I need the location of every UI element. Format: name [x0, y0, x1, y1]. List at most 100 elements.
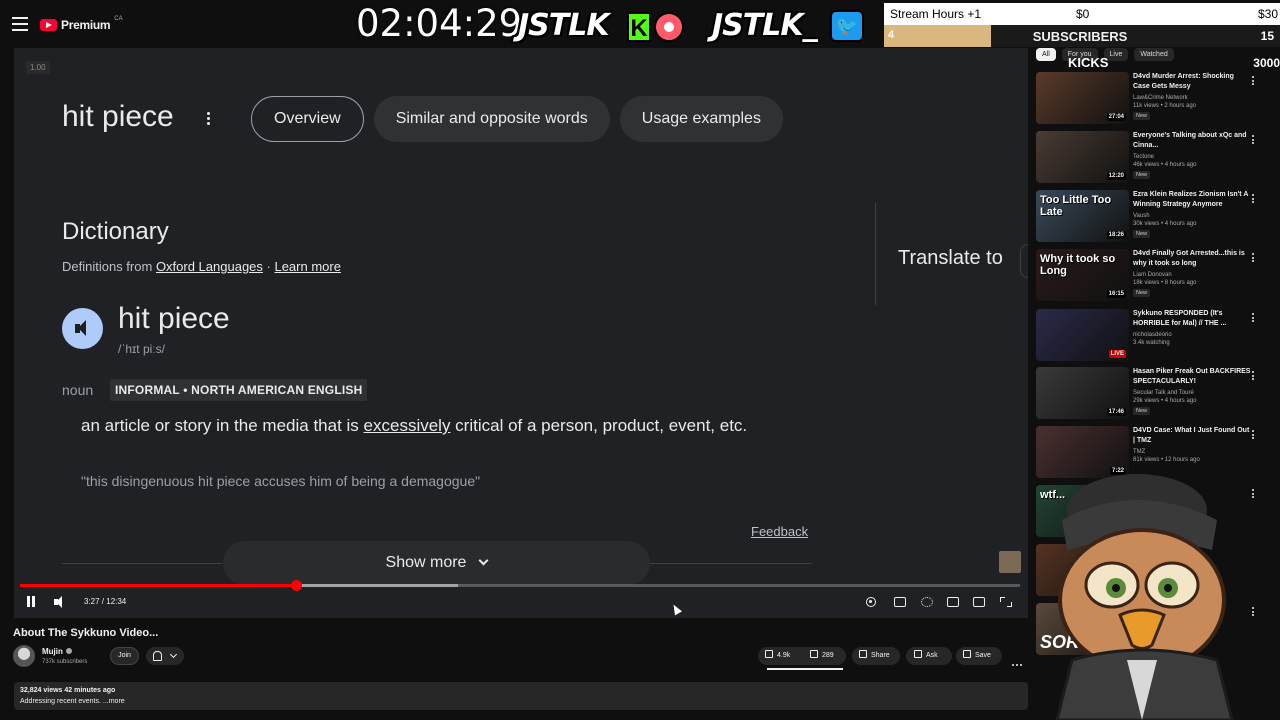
separator: ·	[262, 259, 275, 274]
video-item-title: Everyone's Talking about xQc and Cinna..…	[1133, 132, 1247, 149]
video-item-menu-icon[interactable]	[1252, 76, 1255, 87]
subscribers-progress-fill	[884, 25, 991, 47]
video-item-meta: 46k views • 4 hours ago	[1133, 162, 1197, 168]
tab-overview[interactable]: Overview	[251, 96, 364, 142]
feedback-link[interactable]: Feedback	[751, 524, 808, 539]
cast-icon[interactable]	[973, 597, 985, 607]
playback-speed-indicator: 1.00	[26, 61, 50, 74]
translate-dropdown-edge[interactable]	[1020, 244, 1028, 278]
recommended-video-item[interactable]: 17:46 Hasan Piker Freak Out BACKFIRES SPE…	[1036, 367, 1268, 423]
pronunciation-speaker-icon[interactable]	[62, 308, 103, 349]
notification-bell-icon[interactable]	[146, 647, 184, 665]
video-progress-bar[interactable]	[20, 580, 1020, 591]
subscribers-goal-bar: 4 SUBSCRIBERS 15	[884, 25, 1280, 47]
more-options-icon[interactable]	[207, 112, 211, 127]
twitter-bird-icon: 🐦	[830, 10, 864, 42]
more-actions-icon[interactable]	[1012, 653, 1024, 671]
show-more-label: Show more	[385, 554, 467, 571]
autoplay-toggle-icon[interactable]	[866, 597, 876, 607]
video-item-menu-icon[interactable]	[1252, 489, 1255, 500]
video-item-menu-icon[interactable]	[1252, 607, 1255, 618]
streamer-logo-twitter: JSTLK_	[712, 8, 818, 43]
video-thumbnail[interactable]: LIVE	[1036, 309, 1129, 361]
like-button[interactable]: 4.9k	[758, 647, 802, 665]
save-label: Save	[975, 652, 991, 659]
video-item-menu-icon[interactable]	[1252, 371, 1255, 382]
chevron-down-icon	[479, 555, 489, 566]
video-item-channel[interactable]: Law&Crime Network	[1133, 95, 1188, 101]
recommended-video-item[interactable]: LIVE Sykkuno RESPONDED (It's HORRIBLE for…	[1036, 309, 1268, 365]
video-thumbnail[interactable]: 27:04	[1036, 72, 1129, 124]
translate-to-label: Translate to	[898, 247, 1003, 269]
scrubber-handle[interactable]	[291, 580, 302, 591]
oxford-languages-link[interactable]: Oxford Languages	[156, 259, 263, 274]
video-item-channel[interactable]: TMZ	[1133, 449, 1145, 455]
screen: Premium CA 02:04:29 JSTLK K JSTLK_ 🐦 All…	[0, 0, 1280, 720]
video-item-channel[interactable]: nicholasdeorio	[1133, 332, 1172, 338]
youtube-premium-logo[interactable]: Premium CA	[40, 16, 123, 32]
recommended-video-item[interactable]: 12:20 Everyone's Talking about xQc and Ci…	[1036, 131, 1268, 187]
hamburger-menu-icon[interactable]	[12, 17, 28, 31]
tab-similar-and-opposite-words[interactable]: Similar and opposite words	[373, 96, 610, 142]
channel-avatar[interactable]	[13, 645, 35, 667]
pause-icon[interactable]	[26, 596, 36, 609]
share-button[interactable]: Share	[852, 647, 900, 665]
video-player[interactable]: 1.00 hit piece Overview Similar and oppos…	[14, 48, 1028, 618]
video-thumbnail[interactable]: Too Little Too Late 18:26	[1036, 190, 1129, 242]
video-item-meta: 11k views • 2 hours ago	[1133, 103, 1197, 109]
new-badge: New	[1133, 289, 1151, 297]
description-box[interactable]: 32,824 views 42 minutes ago Addressing r…	[14, 682, 1028, 710]
video-item-channel[interactable]: Secular Talk and Touré	[1133, 390, 1194, 396]
video-item-channel[interactable]: Tectone	[1133, 154, 1154, 160]
join-button[interactable]: Join	[110, 647, 139, 665]
recommended-video-item[interactable]: Too Little Too Late 18:26 Ezra Klein Reali…	[1036, 190, 1268, 246]
miniplayer-icon[interactable]	[947, 597, 959, 607]
excessively-link[interactable]: excessively	[364, 416, 451, 435]
dislike-button[interactable]: 289	[802, 647, 846, 665]
channel-name[interactable]: Mujin	[42, 647, 72, 656]
tab-usage-examples[interactable]: Usage examples	[619, 96, 783, 142]
register-label: INFORMAL • NORTH AMERICAN ENGLISH	[110, 379, 368, 401]
show-more-button[interactable]: Show more	[223, 541, 650, 585]
new-badge: New	[1133, 112, 1151, 120]
video-item-channel[interactable]: Liam Donovan	[1133, 272, 1172, 278]
search-term-heading: hit piece	[62, 100, 174, 133]
like-ratio-underline	[767, 668, 843, 670]
record-icon	[654, 12, 684, 42]
video-duration: 18:26	[1106, 231, 1126, 239]
verified-icon	[65, 648, 72, 654]
definitions-source-line: Definitions from Oxford Languages · Lear…	[62, 259, 341, 274]
save-button[interactable]: Save	[956, 647, 1002, 665]
video-item-menu-icon[interactable]	[1252, 194, 1255, 205]
dislike-count: 289	[822, 652, 834, 659]
sparkle-icon	[914, 650, 922, 658]
recommended-video-item[interactable]: Why it took so Long 16:15 D4vd Finally Got…	[1036, 249, 1268, 305]
divider-line-right	[650, 563, 812, 564]
fullscreen-icon[interactable]	[1000, 597, 1012, 607]
video-item-menu-icon[interactable]	[1252, 135, 1255, 146]
subscribers-label: SUBSCRIBERS	[1032, 29, 1128, 44]
video-item-menu-icon[interactable]	[1252, 313, 1255, 324]
video-item-menu-icon[interactable]	[1252, 430, 1255, 441]
recommended-video-item[interactable]: 27:04 D4vd Murder Arrest: Shocking Case G…	[1036, 72, 1268, 128]
streamer-logo-kick: JSTLK	[518, 8, 610, 43]
video-item-title: D4vd Murder Arrest: Shocking Case Gets M…	[1133, 73, 1234, 90]
video-item-channel[interactable]: Vaush	[1133, 213, 1150, 219]
ask-button[interactable]: Ask	[906, 647, 952, 665]
phonetic-spelling: /ˈhɪt piːs/	[118, 342, 165, 356]
subscriber-count: 737k subscribers	[42, 659, 88, 665]
volume-icon[interactable]	[54, 596, 68, 609]
money-low: $0	[1076, 7, 1090, 21]
part-of-speech: noun	[62, 382, 94, 398]
stream-timer: 02:04:29	[356, 2, 523, 45]
played-bar	[20, 584, 296, 587]
video-thumbnail[interactable]: Why it took so Long 16:15	[1036, 249, 1129, 301]
settings-gear-icon[interactable]	[921, 597, 933, 607]
video-thumbnail[interactable]: 17:46	[1036, 367, 1129, 419]
video-item-title: Hasan Piker Freak Out BACKFIRES SPECTACU…	[1133, 368, 1251, 385]
video-thumbnail[interactable]: 12:20	[1036, 131, 1129, 183]
video-item-menu-icon[interactable]	[1252, 253, 1255, 264]
captions-icon[interactable]	[894, 597, 906, 607]
learn-more-link[interactable]: Learn more	[274, 259, 340, 274]
time-display: 3:27 / 12:34	[84, 597, 127, 606]
